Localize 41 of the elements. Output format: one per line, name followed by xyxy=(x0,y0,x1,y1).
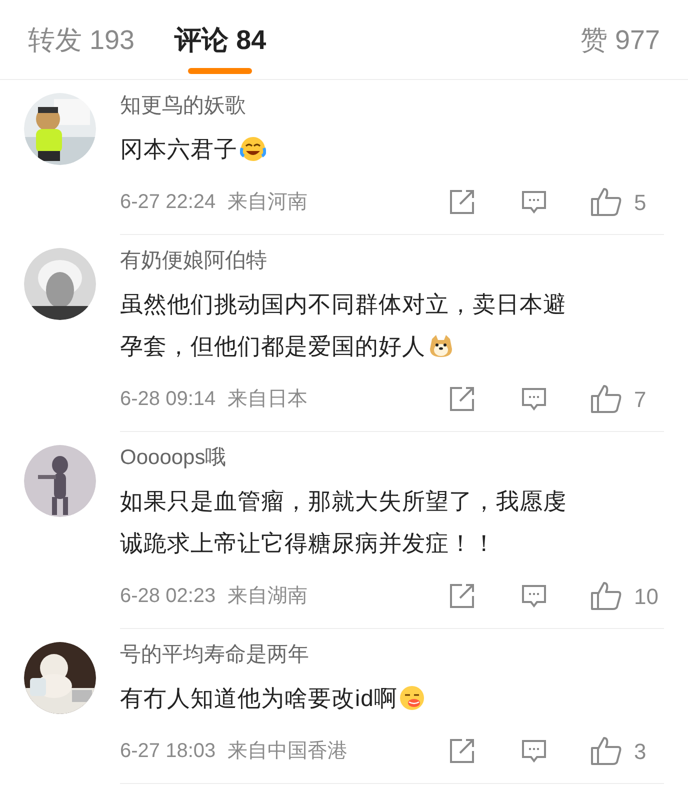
user-name[interactable]: Ooooops哦 xyxy=(120,444,664,472)
like-count: 3 xyxy=(634,738,648,766)
comment-text: 诚跪求上帝让它得糖尿病并发症！！ xyxy=(120,529,496,558)
user-name[interactable]: 号的平均寿命是两年 xyxy=(120,641,664,669)
comment-location: 来自河南 xyxy=(228,190,308,215)
user-name[interactable]: 有奶便娘阿伯特 xyxy=(120,247,664,275)
tab[interactable]: 赞 977 xyxy=(580,22,660,58)
comment-location: 来自中国香港 xyxy=(228,739,348,764)
comment-text: 如果只是血管瘤，那就大失所望了，我愿虔 xyxy=(120,487,566,516)
comment-time: 6-28 02:23 xyxy=(120,584,216,609)
comment-icon[interactable] xyxy=(520,188,548,216)
thumbs-up-icon[interactable] xyxy=(590,581,622,611)
like-count: 5 xyxy=(634,188,648,216)
comment-icon[interactable] xyxy=(520,737,548,765)
share-icon[interactable] xyxy=(448,737,476,765)
comment-icon[interactable] xyxy=(520,582,548,610)
like-count: 7 xyxy=(634,386,648,414)
comment-location: 来自湖南 xyxy=(228,584,308,609)
comment-location: 来自日本 xyxy=(228,387,308,412)
comment-time: 6-27 22:24 xyxy=(120,190,216,215)
tab[interactable]: 转发 193 xyxy=(28,22,135,58)
thumbs-up-icon[interactable] xyxy=(590,187,622,217)
share-icon[interactable] xyxy=(448,188,476,216)
tab[interactable]: 评论 84 xyxy=(174,22,266,58)
user-name[interactable]: 知更鸟的妖歌 xyxy=(120,92,664,120)
dog-emoji-icon xyxy=(428,333,454,359)
comment-text: 孕套，但他们都是爱国的好人 xyxy=(120,332,426,361)
like-count: 10 xyxy=(634,582,660,610)
comment-icon[interactable] xyxy=(520,385,548,413)
share-icon[interactable] xyxy=(448,385,476,413)
thumbs-up-icon[interactable] xyxy=(590,736,622,766)
tab-underline xyxy=(188,68,252,74)
thumbs-up-icon[interactable] xyxy=(590,384,622,414)
comment-text: 冈本六君子 xyxy=(120,135,238,164)
share-icon[interactable] xyxy=(448,582,476,610)
comment-text: 有冇人知道他为啥要改id啊 xyxy=(120,684,398,713)
drooling-emoji-icon xyxy=(399,685,426,711)
comment-time: 6-27 18:03 xyxy=(120,739,216,764)
laughing-emoji-icon xyxy=(240,136,266,162)
comment-time: 6-28 09:14 xyxy=(120,387,216,412)
comment-text: 虽然他们挑动国内不同群体对立，卖日本避 xyxy=(120,290,566,319)
